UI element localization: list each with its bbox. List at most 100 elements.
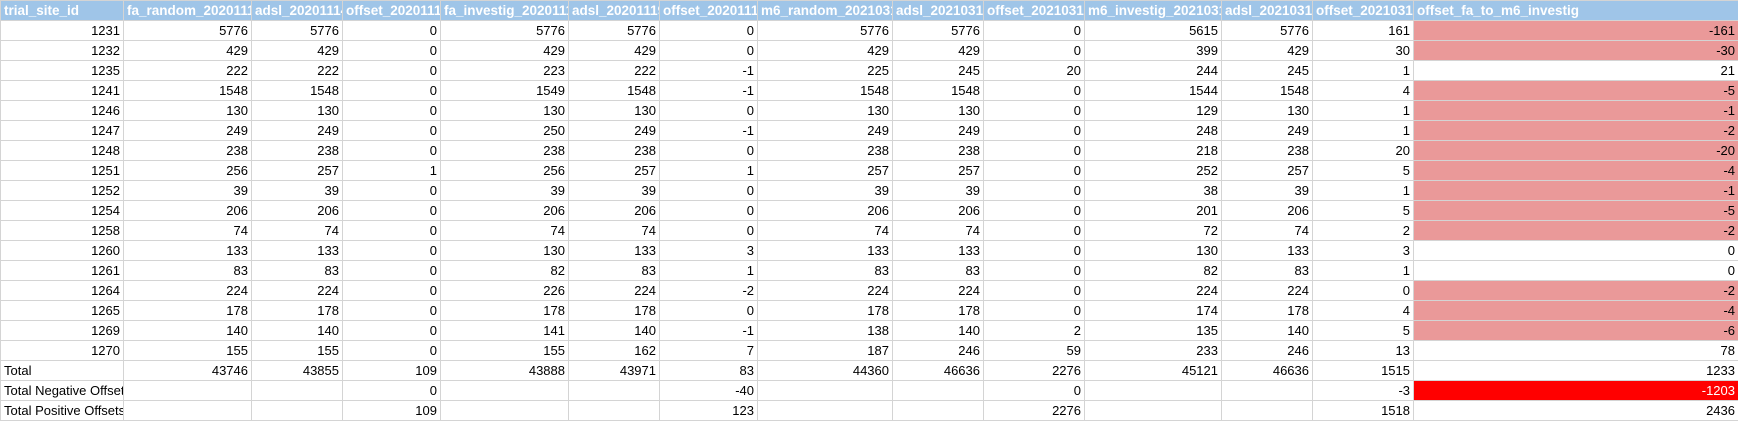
table-cell[interactable]: 2276 [983, 400, 1085, 421]
table-cell[interactable]: 249 [757, 120, 893, 141]
table-cell[interactable]: 5776 [892, 20, 984, 41]
table-cell[interactable]: 155 [251, 340, 343, 361]
column-header-adsl-20201114[interactable]: adsl_20201114 [251, 0, 343, 21]
table-cell[interactable]: 0 [342, 80, 441, 101]
table-cell[interactable] [1221, 400, 1313, 421]
table-cell[interactable]: 0 [342, 320, 441, 341]
site-id-cell[interactable]: 1254 [0, 200, 124, 221]
table-cell[interactable]: 1 [1312, 260, 1414, 281]
table-cell[interactable]: 1 [1312, 180, 1414, 201]
table-cell[interactable]: 39 [123, 180, 252, 201]
table-cell[interactable]: -1203 [1413, 380, 1738, 401]
table-cell[interactable]: 83 [659, 360, 758, 381]
table-cell[interactable]: 0 [342, 180, 441, 201]
table-cell[interactable]: 4 [1312, 80, 1414, 101]
table-cell[interactable]: 21 [1413, 60, 1738, 81]
table-cell[interactable]: 224 [757, 280, 893, 301]
table-cell[interactable]: 155 [123, 340, 252, 361]
table-cell[interactable]: 43971 [568, 360, 660, 381]
table-cell[interactable]: 45121 [1084, 360, 1222, 381]
site-id-cell[interactable]: 1246 [0, 100, 124, 121]
table-cell[interactable]: 140 [892, 320, 984, 341]
table-cell[interactable]: 0 [659, 220, 758, 241]
column-header-trial-site-id[interactable]: trial_site_id [0, 0, 124, 21]
table-cell[interactable]: 201 [1084, 200, 1222, 221]
table-cell[interactable]: 130 [1221, 100, 1313, 121]
table-cell[interactable] [440, 400, 569, 421]
table-cell[interactable]: 429 [251, 40, 343, 61]
table-cell[interactable]: 0 [983, 80, 1085, 101]
table-cell[interactable]: -2 [1413, 220, 1738, 241]
table-cell[interactable]: 1 [342, 160, 441, 181]
table-cell[interactable]: -4 [1413, 300, 1738, 321]
site-id-cell[interactable]: 1258 [0, 220, 124, 241]
table-cell[interactable]: 0 [342, 120, 441, 141]
table-cell[interactable]: -5 [1413, 200, 1738, 221]
table-cell[interactable]: 1 [1312, 60, 1414, 81]
table-cell[interactable]: 0 [983, 220, 1085, 241]
table-cell[interactable]: 1544 [1084, 80, 1222, 101]
table-cell[interactable]: 257 [568, 160, 660, 181]
table-cell[interactable]: 13 [1312, 340, 1414, 361]
table-cell[interactable]: 178 [440, 300, 569, 321]
table-cell[interactable]: -2 [659, 280, 758, 301]
column-header-fa-investig-20201119[interactable]: fa_investig_20201119 [440, 0, 569, 21]
table-cell[interactable]: 155 [440, 340, 569, 361]
table-cell[interactable]: 206 [440, 200, 569, 221]
table-cell[interactable]: 5 [1312, 200, 1414, 221]
table-cell[interactable]: 224 [251, 280, 343, 301]
table-cell[interactable]: 0 [983, 40, 1085, 61]
table-cell[interactable]: 174 [1084, 300, 1222, 321]
table-cell[interactable]: 218 [1084, 140, 1222, 161]
table-cell[interactable]: 3 [659, 240, 758, 261]
table-cell[interactable]: 72 [1084, 220, 1222, 241]
table-cell[interactable]: 206 [123, 200, 252, 221]
table-cell[interactable]: 0 [1413, 260, 1738, 281]
table-cell[interactable]: 0 [983, 160, 1085, 181]
table-cell[interactable]: 257 [251, 160, 343, 181]
table-cell[interactable]: 140 [251, 320, 343, 341]
site-id-cell[interactable]: 1270 [0, 340, 124, 361]
table-cell[interactable]: 74 [757, 220, 893, 241]
table-cell[interactable]: 133 [568, 240, 660, 261]
table-cell[interactable]: 83 [568, 260, 660, 281]
table-cell[interactable]: 224 [123, 280, 252, 301]
table-cell[interactable]: 5 [1312, 160, 1414, 181]
table-cell[interactable]: -30 [1413, 40, 1738, 61]
table-cell[interactable]: 0 [342, 220, 441, 241]
table-cell[interactable]: 399 [1084, 40, 1222, 61]
table-cell[interactable]: 0 [342, 240, 441, 261]
table-cell[interactable]: 130 [440, 100, 569, 121]
site-id-cell[interactable]: 1251 [0, 160, 124, 181]
table-cell[interactable]: 46636 [1221, 360, 1313, 381]
table-cell[interactable]: 238 [1221, 140, 1313, 161]
table-cell[interactable]: 162 [568, 340, 660, 361]
table-cell[interactable]: -6 [1413, 320, 1738, 341]
table-cell[interactable]: 39 [1221, 180, 1313, 201]
table-cell[interactable]: 5615 [1084, 20, 1222, 41]
table-cell[interactable]: 83 [892, 260, 984, 281]
table-cell[interactable]: 245 [892, 60, 984, 81]
table-cell[interactable]: 0 [983, 300, 1085, 321]
table-cell[interactable]: 74 [1221, 220, 1313, 241]
table-cell[interactable]: 1 [1312, 100, 1414, 121]
table-cell[interactable]: 0 [659, 180, 758, 201]
table-cell[interactable]: -5 [1413, 80, 1738, 101]
table-cell[interactable] [568, 380, 660, 401]
table-cell[interactable]: 223 [440, 60, 569, 81]
table-cell[interactable]: 429 [757, 40, 893, 61]
table-cell[interactable]: 0 [342, 20, 441, 41]
table-cell[interactable]: 224 [1221, 280, 1313, 301]
table-cell[interactable]: 5776 [757, 20, 893, 41]
table-cell[interactable]: 244 [1084, 60, 1222, 81]
table-cell[interactable]: 0 [659, 20, 758, 41]
table-cell[interactable]: -1 [659, 320, 758, 341]
table-cell[interactable]: -40 [659, 380, 758, 401]
column-header-adsl-20201119[interactable]: adsl_20201119 [568, 0, 660, 21]
table-cell[interactable]: 245 [1221, 60, 1313, 81]
table-cell[interactable]: 206 [568, 200, 660, 221]
table-cell[interactable]: 226 [440, 280, 569, 301]
column-header-offset-20201114[interactable]: offset_20201114 [342, 0, 441, 21]
column-header-adsl-20210319[interactable]: adsl_20210319 [1221, 0, 1313, 21]
table-cell[interactable]: 83 [123, 260, 252, 281]
